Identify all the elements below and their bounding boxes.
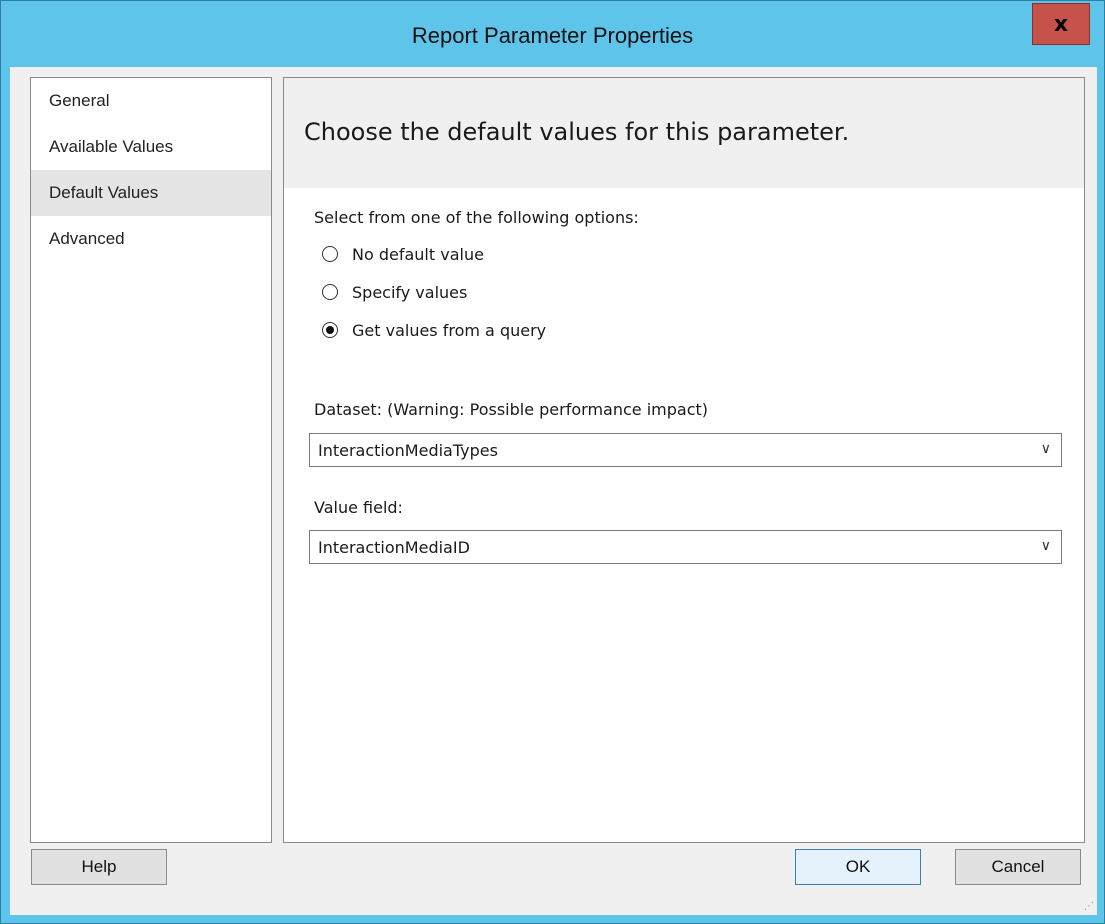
dataset-label: Dataset: (Warning: Possible performance … <box>314 400 709 419</box>
radio-no-default[interactable]: No default value <box>322 242 484 266</box>
close-icon: x <box>1053 11 1069 37</box>
radio-label: No default value <box>352 244 484 264</box>
cancel-button[interactable]: Cancel <box>955 849 1081 885</box>
radio-specify-values[interactable]: Specify values <box>322 280 467 304</box>
title-bar[interactable]: Report Parameter Properties x <box>1 1 1104 75</box>
options-label: Select from one of the following options… <box>314 208 639 227</box>
chevron-down-icon[interactable]: ∨ <box>1041 538 1051 554</box>
dialog-title: Report Parameter Properties <box>411 23 694 48</box>
sidebar-item-advanced[interactable]: Advanced <box>31 216 271 262</box>
value-field-label: Value field: <box>314 498 403 517</box>
sidebar-item-available-values[interactable]: Available Values <box>31 124 271 170</box>
radio-button-selected[interactable] <box>322 322 338 338</box>
dataset-value: InteractionMediaTypes <box>318 441 498 460</box>
help-button[interactable]: Help <box>31 849 167 885</box>
content-panel: Choose the default values for this param… <box>283 77 1085 843</box>
radio-label: Specify values <box>352 282 468 302</box>
sidebar-nav: General Available Values Default Values … <box>30 77 272 843</box>
panel-header: Choose the default values for this param… <box>284 78 1084 188</box>
help-button-label: Help <box>81 857 117 876</box>
resize-grip-icon[interactable]: ⋰ <box>1084 901 1094 912</box>
value-field-dropdown[interactable]: InteractionMediaID ∨ <box>309 530 1062 564</box>
cancel-button-label: Cancel <box>991 857 1045 876</box>
value-field-value: InteractionMediaID <box>318 538 470 557</box>
radio-label: Get values from a query <box>352 320 547 340</box>
close-button[interactable]: x <box>1032 3 1090 45</box>
dataset-dropdown[interactable]: InteractionMediaTypes ∨ <box>309 433 1062 467</box>
dialog-body: General Available Values Default Values … <box>10 67 1097 915</box>
ok-button-label: OK <box>845 857 871 876</box>
panel-heading: Choose the default values for this param… <box>304 118 850 146</box>
ok-button[interactable]: OK <box>795 849 921 885</box>
radio-button[interactable] <box>322 246 338 262</box>
radio-button[interactable] <box>322 284 338 300</box>
sidebar-item-general[interactable]: General <box>31 78 271 124</box>
chevron-down-icon[interactable]: ∨ <box>1041 441 1051 457</box>
sidebar-item-default-values[interactable]: Default Values <box>31 170 271 216</box>
radio-get-from-query[interactable]: Get values from a query <box>322 318 546 342</box>
dialog-window: Report Parameter Properties x General Av… <box>0 0 1105 924</box>
